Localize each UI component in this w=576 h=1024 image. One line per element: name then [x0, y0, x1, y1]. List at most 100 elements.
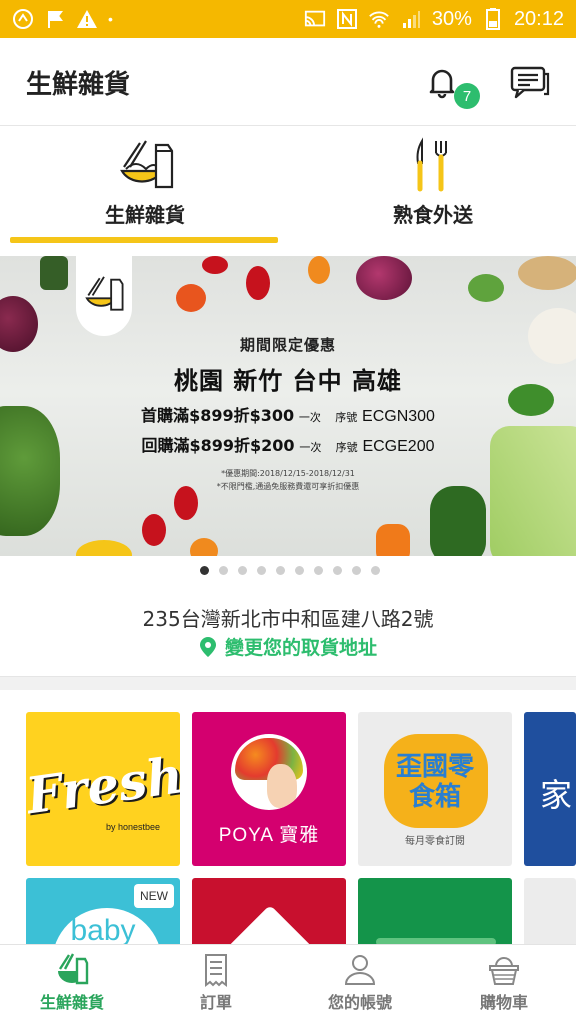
red-onion-image [356, 256, 412, 300]
chat-icon [510, 66, 550, 99]
wifi-icon [368, 8, 390, 30]
receipt-icon [205, 954, 227, 987]
promo-note: *不限門檻,通過免服務費還可享折扣優惠 [216, 482, 360, 491]
carousel-dot[interactable] [314, 566, 323, 575]
dot-icon: • [108, 11, 113, 27]
battery-percent: 30% [431, 7, 472, 30]
nav-orders-label: 訂單 [199, 993, 232, 1012]
carousel-dot[interactable] [257, 566, 266, 575]
promo-cities: 桃園 新竹 台中 高雄 [173, 367, 403, 395]
nav-cart[interactable]: 購物車 [432, 945, 576, 1024]
cucumber-image [430, 486, 486, 556]
warning-icon [76, 8, 98, 30]
offer-prefix: 首購 [141, 406, 174, 425]
carousel-dot[interactable] [219, 566, 228, 575]
store-subtitle: by honestbee [105, 822, 161, 832]
promo-banner[interactable]: 期間限定優惠 桃園 新竹 台中 高雄 首購滿$899折$300 一次 序號 EC… [0, 256, 576, 556]
potato-image [518, 256, 576, 290]
tomato-image [202, 256, 228, 274]
grocery-bowl-icon [85, 276, 124, 311]
tomato-image [308, 256, 330, 284]
carrot-image [376, 524, 410, 556]
promo-period: *優惠期間:2018/12/15-2018/12/31 [221, 469, 355, 478]
user-icon [344, 955, 376, 985]
offer-code: ECGN300 [362, 408, 435, 425]
tomato-image [246, 266, 270, 300]
knife-fork-icon [416, 137, 447, 192]
offer-prefix: 回購 [141, 436, 174, 455]
store-card-poya[interactable]: POYA 寶雅 [192, 712, 346, 866]
cast-icon [304, 8, 326, 30]
banner-brand-badge [76, 256, 132, 336]
carousel-dot[interactable] [333, 566, 342, 575]
tomato-image [142, 514, 166, 546]
cucumber-image [40, 256, 68, 290]
new-badge: NEW [134, 884, 174, 908]
offer-amount: 滿$899折$300 [173, 406, 295, 425]
carousel-dot[interactable] [371, 566, 380, 575]
nav-orders[interactable]: 訂單 [144, 945, 288, 1024]
carousel-dot[interactable] [352, 566, 361, 575]
basket-icon [489, 957, 519, 985]
grocery-bowl-icon [120, 140, 174, 189]
nav-grocery[interactable]: 生鮮雜貨 [0, 945, 144, 1024]
store-name: 歪國零食箱 [395, 752, 474, 812]
tab-food-delivery[interactable]: 熟食外送 [298, 127, 568, 245]
page-title: 生鮮雜貨 [26, 70, 131, 100]
offer-code-label: 序號 [335, 411, 358, 424]
grocery-bowl-icon [58, 953, 89, 985]
offer-frequency: 一次 [298, 411, 321, 424]
carousel-indicator [0, 566, 576, 575]
store-card-snack-box[interactable]: 歪國零食箱 每月零食訂閱 [358, 712, 512, 866]
store-name: 家 [540, 776, 573, 814]
store-name: baby [70, 914, 136, 947]
nav-cart-label: 購物車 [479, 993, 528, 1012]
carousel-dot[interactable] [238, 566, 247, 575]
store-card-fresh[interactable]: Fresh by honestbee [26, 712, 180, 866]
carousel-dot[interactable] [295, 566, 304, 575]
tab-food-delivery-label: 熟食外送 [393, 203, 473, 227]
flag-icon [44, 8, 66, 30]
tab-grocery[interactable]: 生鮮雜貨 [10, 127, 280, 245]
app-notification-icon [12, 8, 34, 30]
tomato-image [190, 538, 218, 556]
store-card-partial[interactable]: 家 [524, 712, 576, 866]
store-name: Fresh [26, 745, 180, 826]
change-address-link[interactable]: 變更您的取貨地址 [0, 633, 576, 660]
category-tabs: 生鮮雜貨 熟食外送 [0, 127, 576, 245]
section-divider [0, 676, 576, 690]
tomato-image [176, 284, 206, 312]
promo-offer-repeat: 回購滿$899折$200 一次 序號 ECGE200 [0, 432, 576, 456]
notification-badge: 7 [454, 83, 480, 109]
carousel-dot[interactable] [200, 566, 209, 575]
clock: 20:12 [513, 7, 564, 30]
delivery-address: 235台灣新北市中和區建八路2號 [142, 607, 434, 631]
offer-code-label: 序號 [335, 441, 358, 454]
app-header: 生鮮雜貨 7 [0, 38, 576, 126]
bottom-navigation: 生鮮雜貨 訂單 您的帳號 購物車 [0, 944, 576, 1024]
location-pin-icon [199, 636, 216, 657]
store-subtitle: 每月零食訂閱 [405, 836, 465, 847]
banner-text: 期間限定優惠 桃園 新竹 台中 高雄 首購滿$899折$300 一次 序號 EC… [0, 334, 576, 492]
nav-account-label: 您的帳號 [327, 993, 392, 1012]
carousel-dot[interactable] [276, 566, 285, 575]
herb-image [468, 274, 504, 302]
offer-amount: 滿$899折$200 [173, 436, 295, 455]
offer-code: ECGE200 [362, 438, 435, 455]
change-address-label: 變更您的取貨地址 [224, 637, 377, 659]
store-logo-image [231, 734, 307, 810]
messages-button[interactable] [508, 60, 552, 104]
tab-grocery-label: 生鮮雜貨 [105, 203, 185, 227]
promo-offer-first: 首購滿$899折$300 一次 序號 ECGN300 [0, 402, 576, 426]
active-tab-indicator [10, 237, 278, 243]
nfc-icon [336, 8, 358, 30]
store-name: POYA 寶雅 [218, 825, 320, 846]
nav-grocery-label: 生鮮雜貨 [39, 993, 104, 1012]
signal-icon [400, 8, 422, 30]
offer-frequency: 一次 [299, 441, 322, 454]
battery-icon [482, 8, 504, 30]
pepper-image [76, 540, 132, 556]
nav-account[interactable]: 您的帳號 [288, 945, 432, 1024]
status-bar: • 30% 20:12 [0, 0, 576, 38]
promo-title: 期間限定優惠 [239, 336, 336, 354]
